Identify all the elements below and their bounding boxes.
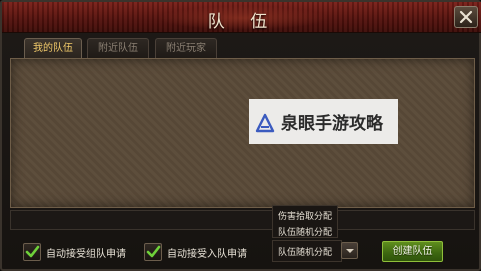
checkmark-icon xyxy=(146,245,161,258)
auto-accept-join-label: 自动接受入队申请 xyxy=(167,249,247,260)
title-bar: 队 伍 xyxy=(2,2,481,33)
team-list-panel xyxy=(10,58,475,208)
create-team-button[interactable]: 创建队伍 xyxy=(382,241,443,262)
window-title: 队 伍 xyxy=(207,12,278,32)
auto-accept-group-checkbox[interactable] xyxy=(23,243,41,261)
watermark-banner: 泉眼手游攻略 xyxy=(249,99,398,144)
watermark-text: 泉眼手游攻略 xyxy=(281,114,383,134)
distribution-dropdown-button[interactable] xyxy=(341,242,358,259)
tab-nearby-players[interactable]: 附近玩家 xyxy=(155,38,217,58)
auto-accept-join-checkbox[interactable] xyxy=(144,243,162,261)
tab-nearby-teams[interactable]: 附近队伍 xyxy=(87,38,149,58)
triangle-logo-icon xyxy=(255,113,275,133)
tab-my-team[interactable]: 我的队伍 xyxy=(24,38,82,58)
team-window: 队 伍 我的队伍 附近队伍 附近玩家 泉眼手游攻略 自动接受组队申请 自动接受入… xyxy=(0,0,481,271)
distribution-option-damage-loot[interactable]: 伤害拾取分配 xyxy=(278,209,332,222)
distribution-option-random[interactable]: 队伍随机分配 xyxy=(278,225,332,238)
close-button[interactable] xyxy=(454,6,478,28)
checkmark-icon xyxy=(25,245,40,258)
close-icon xyxy=(459,10,473,24)
bottom-divider xyxy=(10,210,475,230)
auto-accept-group-label: 自动接受组队申请 xyxy=(46,249,126,260)
chevron-down-icon xyxy=(345,248,354,253)
distribution-selected-value: 队伍随机分配 xyxy=(278,248,333,258)
